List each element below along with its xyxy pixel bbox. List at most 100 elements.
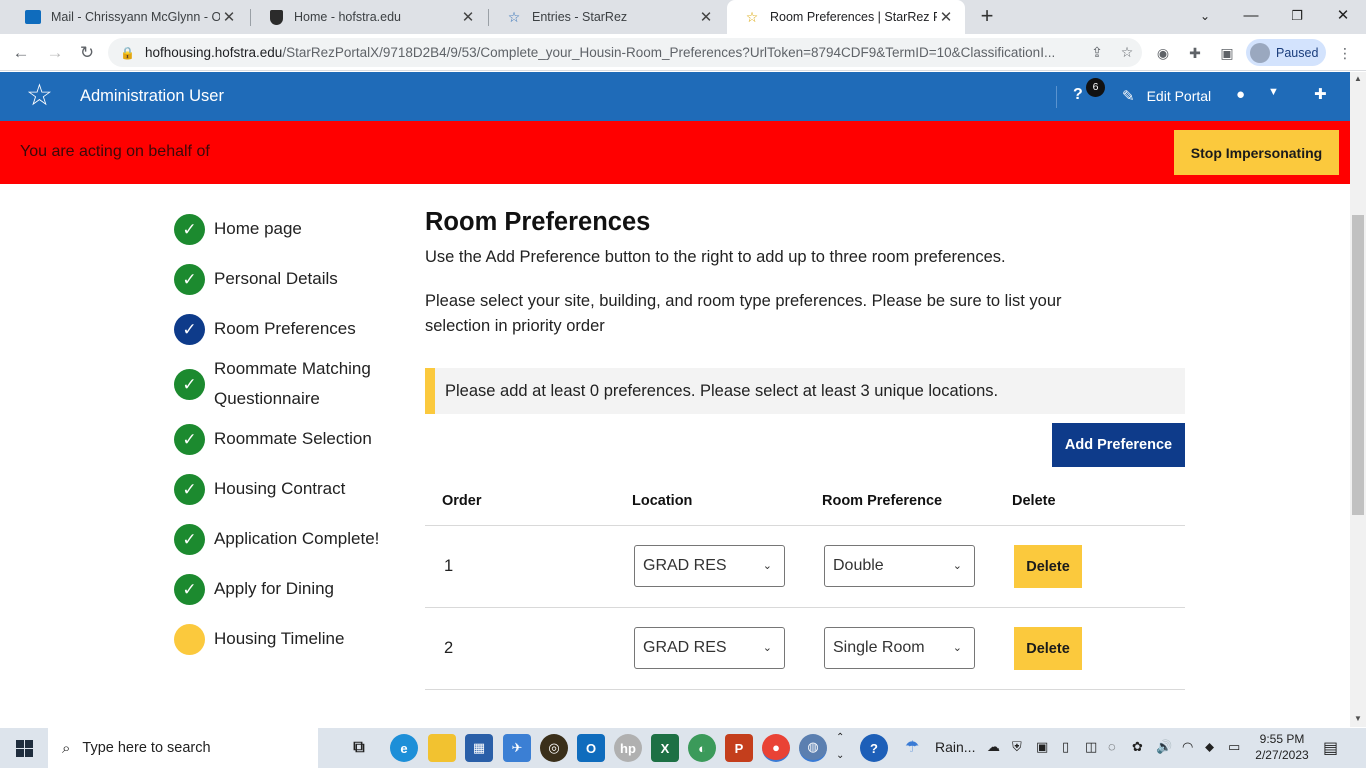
- scrollbar-thumb[interactable]: [1352, 215, 1364, 515]
- step-roommate-matching[interactable]: ✓ Roommate Matching Questionnaire: [174, 354, 414, 414]
- check-icon: ✓: [174, 369, 205, 400]
- edge-icon[interactable]: e: [390, 734, 418, 762]
- close-tab-icon[interactable]: ✕: [937, 8, 955, 26]
- notifications-icon[interactable]: ▤: [1323, 738, 1338, 758]
- delete-button[interactable]: Delete: [1014, 545, 1082, 588]
- extensions-puzzle-icon[interactable]: ✚: [1184, 42, 1206, 64]
- chevron-down-icon[interactable]: ▼: [1268, 86, 1279, 98]
- chevron-down-icon: ⌄: [762, 642, 772, 654]
- tab-search-icon[interactable]: ⌄: [1182, 0, 1228, 34]
- taskbar-search-box[interactable]: ⌕ Type here to search: [48, 728, 318, 768]
- scroll-up-icon[interactable]: ▲: [1350, 72, 1366, 86]
- weather-text[interactable]: Rain...: [935, 739, 975, 755]
- room-preference-select[interactable]: Single Room ⌄: [824, 627, 975, 669]
- minimize-icon[interactable]: —: [1228, 0, 1274, 34]
- step-apply-for-dining[interactable]: ✓ Apply for Dining: [174, 574, 414, 605]
- search-icon: ⌕: [62, 739, 71, 757]
- lock-icon: 🔒: [120, 45, 135, 60]
- bookmark-star-icon[interactable]: ☆: [1112, 44, 1142, 61]
- show-hidden-icons-icon[interactable]: ⌃ ⌄: [836, 729, 844, 765]
- step-home-page[interactable]: ✓ Home page: [174, 214, 414, 245]
- browser-tab-entries[interactable]: ☆ Entries - StarRez ✕: [489, 0, 725, 34]
- help-icon[interactable]: ?: [1073, 86, 1083, 104]
- address-bar[interactable]: 🔒 hofhousing.hofstra.edu/StarRezPortalX/…: [108, 38, 1142, 67]
- edit-portal-button[interactable]: ✎ Edit Portal: [1122, 87, 1211, 105]
- tray-app-icon[interactable]: ✿: [1132, 739, 1143, 755]
- browser-tab-mail[interactable]: Mail - Chrissyann McGlynn - Outl ✕: [8, 0, 248, 34]
- volume-icon[interactable]: 🔊: [1156, 739, 1172, 755]
- check-icon: ✓: [174, 314, 205, 345]
- profile-button[interactable]: Paused: [1246, 39, 1326, 66]
- column-header-delete: Delete: [1012, 493, 1056, 509]
- window-close-icon[interactable]: ✕: [1320, 0, 1366, 34]
- user-icon[interactable]: ●: [1236, 86, 1245, 103]
- back-icon[interactable]: ←: [8, 40, 34, 66]
- browser-tab-hofstra[interactable]: Home - hofstra.edu ✕: [251, 0, 487, 34]
- step-housing-timeline[interactable]: Housing Timeline: [174, 624, 414, 655]
- task-view-icon[interactable]: ⧉: [345, 734, 373, 762]
- page-title: Room Preferences: [425, 208, 651, 236]
- step-label: Apply for Dining: [214, 579, 335, 598]
- tray-app-icon[interactable]: ▯: [1062, 739, 1069, 755]
- file-explorer-icon[interactable]: [428, 734, 456, 762]
- system-clock[interactable]: 9:55 PM 2/27/2023: [1251, 731, 1313, 763]
- close-tab-icon[interactable]: ✕: [697, 8, 715, 26]
- windows-start-button[interactable]: [0, 728, 48, 768]
- close-tab-icon[interactable]: ✕: [220, 8, 238, 26]
- chevron-down-icon: ⌄: [952, 560, 962, 572]
- app-icon[interactable]: ◍: [799, 734, 827, 762]
- starrez-logo-icon[interactable]: ☆: [26, 81, 53, 111]
- security-icon[interactable]: ⛨: [1012, 739, 1022, 755]
- step-label: Housing Contract: [214, 479, 346, 498]
- step-label: Application Complete!: [214, 529, 380, 548]
- step-roommate-selection[interactable]: ✓ Roommate Selection: [174, 424, 414, 455]
- excel-icon[interactable]: X: [651, 734, 679, 762]
- pin-icon[interactable]: ✚: [1314, 85, 1327, 103]
- close-tab-icon[interactable]: ✕: [459, 8, 477, 26]
- step-room-preferences[interactable]: ✓ Room Preferences: [174, 314, 414, 345]
- reload-icon[interactable]: ↻: [74, 40, 100, 66]
- tray-app-icon[interactable]: ⬥: [1205, 739, 1214, 755]
- weather-icon[interactable]: ☂: [905, 737, 919, 757]
- step-personal-details[interactable]: ✓ Personal Details: [174, 264, 414, 295]
- battery-icon[interactable]: ▭: [1228, 739, 1240, 755]
- onedrive-icon[interactable]: ☁: [987, 739, 1000, 755]
- tray-app-icon[interactable]: ◫: [1085, 739, 1097, 755]
- step-label: Home page: [214, 219, 302, 238]
- tray-app-icon[interactable]: ◌: [1108, 739, 1116, 754]
- browser-menu-icon[interactable]: ⋮: [1334, 42, 1356, 64]
- table-divider: [425, 607, 1185, 608]
- row-order: 1: [444, 557, 454, 575]
- hp-icon[interactable]: hp: [614, 734, 642, 762]
- stop-impersonating-button[interactable]: Stop Impersonating: [1174, 130, 1339, 175]
- location-select[interactable]: GRAD RES ⌄: [634, 627, 785, 669]
- chrome-icon[interactable]: ●: [762, 734, 790, 762]
- extension-shield-icon[interactable]: ◉: [1152, 42, 1174, 64]
- side-panel-icon[interactable]: ▣: [1216, 42, 1238, 64]
- store-icon[interactable]: ▦: [465, 734, 493, 762]
- wifi-icon[interactable]: ◠: [1182, 739, 1193, 755]
- browser-tab-room-preferences[interactable]: ☆ Room Preferences | StarRez Porta ✕: [727, 0, 965, 34]
- app-icon[interactable]: ◐: [688, 734, 716, 762]
- app-icon[interactable]: ◎: [540, 734, 568, 762]
- room-preference-select[interactable]: Double ⌄: [824, 545, 975, 587]
- admin-user-name: Administration User: [80, 87, 224, 105]
- step-label: Roommate Matching Questionnaire: [214, 359, 371, 408]
- app-icon[interactable]: ✈: [503, 734, 531, 762]
- step-label: Personal Details: [214, 269, 338, 288]
- add-preference-button[interactable]: Add Preference: [1052, 423, 1185, 467]
- location-select[interactable]: GRAD RES ⌄: [634, 545, 785, 587]
- tab-title: Home - hofstra.edu: [294, 10, 401, 24]
- outlook-icon[interactable]: O: [577, 734, 605, 762]
- delete-button[interactable]: Delete: [1014, 627, 1082, 670]
- restore-icon[interactable]: ❐: [1274, 0, 1320, 34]
- help-icon[interactable]: ?: [860, 734, 888, 762]
- step-housing-contract[interactable]: ✓ Housing Contract: [174, 474, 414, 505]
- share-icon[interactable]: ⇪: [1082, 44, 1112, 61]
- scroll-down-icon[interactable]: ▼: [1350, 712, 1366, 726]
- forward-icon[interactable]: →: [42, 40, 68, 66]
- tray-app-icon[interactable]: ▣: [1036, 739, 1048, 755]
- new-tab-icon[interactable]: +: [976, 4, 998, 30]
- step-application-complete[interactable]: ✓ Application Complete!: [174, 524, 414, 555]
- powerpoint-icon[interactable]: P: [725, 734, 753, 762]
